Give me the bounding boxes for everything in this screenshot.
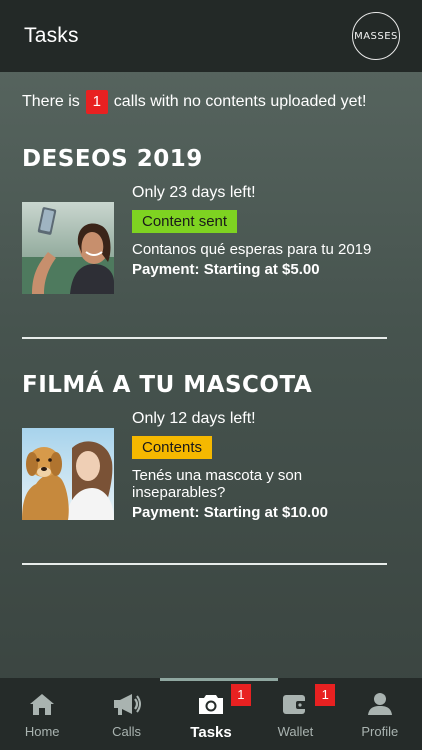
wallet-icon bbox=[281, 690, 309, 718]
tab-profile[interactable]: Profile bbox=[338, 678, 422, 750]
task-payment: Payment: Starting at $10.00 bbox=[132, 504, 328, 521]
task-status-badge: Content sent bbox=[132, 210, 238, 233]
task-title: FILMÁ A TU MASCOTA bbox=[22, 372, 313, 398]
tab-label: Profile bbox=[361, 724, 399, 739]
app-header: Tasks MASSES bbox=[0, 0, 422, 72]
masses-logo[interactable]: MASSES bbox=[352, 12, 400, 60]
wallet-badge: 1 bbox=[315, 684, 336, 706]
tab-tasks[interactable]: 1 Tasks bbox=[169, 678, 253, 750]
tab-label: Tasks bbox=[190, 724, 232, 741]
tab-calls[interactable]: Calls bbox=[84, 678, 168, 750]
notice-suffix: calls with no contents uploaded yet! bbox=[113, 93, 367, 110]
tab-label: Wallet bbox=[277, 724, 314, 739]
tab-label: Home bbox=[24, 724, 60, 739]
page-title: Tasks bbox=[24, 24, 79, 47]
task-days-left: Only 23 days left! bbox=[132, 184, 256, 201]
notice-prefix: There is bbox=[22, 93, 80, 110]
pending-calls-notice: There is 1 calls with no contents upload… bbox=[22, 90, 402, 114]
task-card-deseos[interactable]: DESEOS 2019 Only 23 days left! Content s… bbox=[22, 146, 388, 296]
bottom-tab-bar: Home Calls 1 Tasks 1 Wallet Profile bbox=[0, 678, 422, 750]
divider bbox=[22, 337, 387, 339]
tab-label: Calls bbox=[112, 724, 142, 739]
camera-icon bbox=[197, 690, 225, 718]
tasks-badge: 1 bbox=[230, 684, 251, 706]
task-thumbnail-selfie bbox=[22, 202, 114, 294]
task-description: Contanos qué esperas para tu 2019 bbox=[132, 241, 372, 258]
divider bbox=[22, 563, 387, 565]
tab-wallet[interactable]: 1 Wallet bbox=[253, 678, 337, 750]
task-payment: Payment: Starting at $5.00 bbox=[132, 261, 320, 278]
task-status-badge: Contents bbox=[132, 436, 213, 459]
task-thumbnail-pet bbox=[22, 428, 114, 520]
tab-home[interactable]: Home bbox=[0, 678, 84, 750]
task-days-left: Only 12 days left! bbox=[132, 410, 256, 427]
megaphone-icon bbox=[112, 690, 142, 718]
user-icon bbox=[367, 690, 393, 718]
notice-count-badge: 1 bbox=[85, 90, 108, 114]
task-card-mascota[interactable]: FILMÁ A TU MASCOTA Only 12 days left! Co… bbox=[22, 372, 388, 522]
home-icon bbox=[29, 690, 55, 718]
task-description: Tenés una mascota y son inseparables? bbox=[132, 467, 303, 501]
task-title: DESEOS 2019 bbox=[22, 146, 203, 172]
